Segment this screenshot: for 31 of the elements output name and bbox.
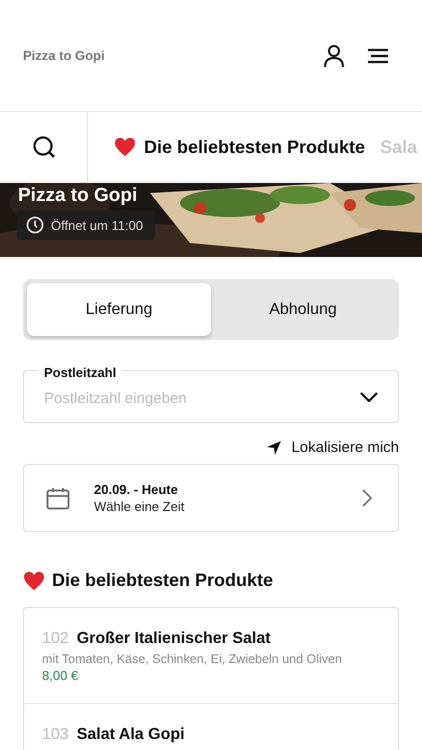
product-item[interactable]: 102 Großer Italienischer Salat mit Tomaten, Käse, Schinken, Ei, Zwiebeln und Oliven 8,00 € [24,608,398,704]
calendar-icon [46,486,70,510]
category-tab[interactable]: Die beliebtesten Produkte [114,136,366,158]
product-number: 103 [42,726,69,744]
product-price: 8,00 € [42,668,80,683]
product-name: Großer Italienischer Salat [76,630,271,648]
heart-icon [114,137,136,157]
product-number: 102 [42,630,69,648]
opening-hours-badge: Öffnet um 11:00 [17,210,156,240]
restaurant-name: Pizza to Gopi [18,185,138,207]
heart-icon [23,570,45,590]
date-picker-card[interactable]: 20.09. - Heute Wähle eine Zeit [23,464,399,532]
postcode-input[interactable]: Postleitzahl eingeben [44,390,360,407]
product-description: mit Tomaten, Käse, Schinken, Ei, Zwiebeln und Oliven [42,652,343,666]
search-icon[interactable] [32,135,56,159]
date-title: 20.09. - Heute [94,482,179,497]
product-name: Salat Ala Gopi [76,726,185,744]
order-mode-tab[interactable]: Lieferung [27,283,211,336]
user-icon[interactable] [323,44,345,68]
field-label: Postleitzahl [38,365,122,380]
locate-me-link[interactable]: Lokalisiere mich [266,439,399,456]
chevron-down-icon[interactable] [360,392,378,402]
clock-icon [26,216,44,234]
menu-icon[interactable] [367,48,389,64]
location-arrow-icon [266,440,282,456]
product-item[interactable]: 103 Salat Ala Gopi [24,704,398,750]
date-subtitle: Wähle eine Zeit [94,499,186,514]
order-mode-tab[interactable]: Abholung [211,283,395,336]
app-title: Pizza to Gopi [23,48,106,63]
chevron-right-icon [362,489,372,507]
section-title: Die beliebtesten Produkte [52,570,274,591]
